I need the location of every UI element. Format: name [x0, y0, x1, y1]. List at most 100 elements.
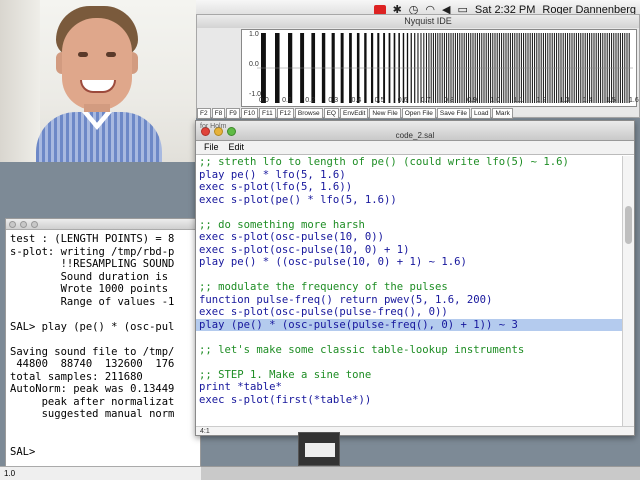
webcam-video [0, 0, 196, 162]
console-titlebar [6, 219, 200, 230]
presenter-eye-right [106, 52, 116, 57]
toolbar-button[interactable]: F8 [211, 108, 226, 119]
menu-file[interactable]: File [204, 141, 219, 154]
console-line: Range of values -1 [10, 295, 175, 308]
editor-title: code_2.sal [395, 131, 435, 140]
toolbar-button[interactable]: EQ [323, 108, 339, 119]
nyquist-toolbar: F2 F8 F9 F10 F11 F12 Browse EQ EnvEdit New File Op… [197, 108, 640, 119]
toolbar-button[interactable]: Save File [436, 108, 470, 119]
console-line: s-plot: writing /tmp/rbd-p [10, 245, 175, 258]
sal-console-window[interactable]: test : (LENGTH POINTS) = 8 s-plot: writin… [5, 218, 201, 480]
code-line[interactable]: play pe() * lfo(5, 1.6) [196, 169, 622, 182]
code-line[interactable]: ;; do something more harsh [196, 219, 622, 232]
toolbar-button[interactable]: F11 [258, 108, 276, 119]
console-line: peak after normalizat [10, 395, 175, 408]
console-line: suggested manual norm [10, 408, 175, 420]
code-line[interactable]: exec s-plot(osc-pulse(pulse-freq(), 0)) [196, 306, 622, 319]
code-line[interactable] [196, 206, 622, 219]
plot-x-tick: 0.1 [282, 97, 292, 104]
code-line[interactable]: exec s-plot(first(*table*)) [196, 394, 622, 407]
code-line[interactable]: play pe() * ((osc-pulse(10, 0) + 1) ~ 1.… [196, 256, 622, 269]
plot-x-tick: 0.0 [259, 97, 269, 104]
code-line[interactable]: exec s-plot(osc-pulse(10, 0)) [196, 231, 622, 244]
thumbnail-preview [305, 443, 335, 457]
console-output[interactable]: test : (LENGTH POINTS) = 8 s-plot: writin… [6, 230, 200, 461]
console-line: 44800 88740 132600 176 [10, 358, 175, 370]
plot-x-tick: 1.1 [513, 97, 524, 104]
plot-x-tick: 0.2 [305, 97, 315, 104]
editor-status: 4:1 [196, 426, 634, 435]
selected-code-line[interactable]: play (pe() * (osc-pulse(pulse-freq(), 0)… [196, 318, 622, 331]
toolbar-button[interactable]: F2 [197, 108, 211, 119]
plot-x-tick: 0.4 [351, 97, 362, 104]
zoom-window-icon[interactable] [31, 221, 38, 228]
code-line[interactable]: exec s-plot(osc-pulse(10, 0) + 1) [196, 244, 622, 257]
toolbar-button[interactable]: F9 [226, 108, 240, 119]
close-window-icon[interactable] [9, 221, 16, 228]
presenter-shirt [36, 112, 162, 162]
plot-x-tick: 0.9 [467, 97, 477, 104]
pulse-waveform-plot [257, 33, 633, 103]
toolbar-button[interactable]: F12 [276, 108, 294, 119]
code-line[interactable] [196, 331, 622, 344]
code-line[interactable]: ;; let's make some classic table-lookup … [196, 344, 622, 357]
menu-edit[interactable]: Edit [229, 141, 245, 154]
toolbar-button[interactable]: New File [369, 108, 401, 119]
presenter-eye-left [78, 52, 88, 57]
console-line: test : (LENGTH POINTS) = 8 [10, 233, 175, 245]
console-line: total samples: 211680 [10, 370, 143, 383]
plot-x-tick: 1.3 [559, 97, 570, 104]
code-line[interactable]: exec s-plot(lfo(5, 1.6)) [196, 181, 622, 194]
editor-titlebar: for Holm code_2.sal [196, 121, 634, 141]
dock-window-thumbnail[interactable] [298, 432, 340, 466]
plot-x-tick: 1.5 [605, 97, 616, 104]
nyquist-ide-title: Nyquist IDE [197, 15, 639, 28]
code-editor-window: for Holm code_2.sal File Edit ;; streth … [195, 120, 635, 436]
toolbar-button[interactable]: Load [471, 108, 492, 119]
scrollbar-thumb[interactable] [625, 206, 632, 244]
code-line[interactable]: function pulse-freq() return pwev(5, 1.6… [196, 294, 622, 307]
code-line[interactable] [196, 269, 622, 282]
editor-subtitle: for Holm [200, 123, 227, 130]
code-line[interactable]: exec s-plot(pe() * lfo(5, 1.6)) [196, 194, 622, 207]
console-line: Sound duration is [10, 270, 169, 283]
record-icon[interactable] [373, 4, 386, 15]
plot-x-tick: 1.0 [490, 97, 500, 104]
editor-scrollbar[interactable] [622, 156, 634, 428]
toolbar-button[interactable]: Mark [492, 108, 513, 119]
plot-x-tick: 0.8 [444, 97, 454, 104]
console-line: Saving sound file to /tmp/ [10, 345, 175, 358]
toolbar-button[interactable]: EnvEdit [340, 108, 369, 119]
code-line[interactable]: ;; STEP 1. Make a sine tone [196, 369, 622, 382]
nyquist-ide-window: Nyquist IDE 1.0 0.0 -1.0 0.0 0.1 0.2 0.3 0.4… [196, 14, 640, 119]
plot-x-tick: 1.6 [629, 97, 639, 104]
toolbar-button[interactable]: Browse [294, 108, 323, 119]
webcam-background [0, 0, 40, 162]
code-line[interactable]: ;; modulate the frequency of the pulses [196, 281, 622, 294]
minimize-window-icon[interactable] [20, 221, 27, 228]
toolbar-button[interactable]: Open File [401, 108, 436, 119]
toolbar-button[interactable]: F10 [240, 108, 258, 119]
presenter-face [62, 18, 132, 110]
code-text-area[interactable]: ;; streth lfo to length of pe() (could w… [196, 156, 622, 428]
console-line: AutoNorm: peak was 0.13449 [10, 383, 175, 395]
plot-x-tick: 0.3 [328, 97, 339, 104]
plot-x-tick: 0.7 [420, 97, 431, 104]
code-line[interactable]: print *table* [196, 381, 622, 394]
plot-x-tick: 1.2 [536, 97, 547, 104]
console-line: !!RESAMPLING SOUND [10, 258, 175, 270]
code-line[interactable]: ;; streth lfo to length of pe() (could w… [196, 156, 622, 169]
plot-x-tick: 0.6 [397, 97, 408, 104]
editor-menubar: File Edit [196, 141, 634, 155]
desktop-bottom-strip [201, 466, 640, 480]
console-status: 1.0 [0, 466, 201, 480]
console-line: SAL> [10, 445, 42, 458]
code-line[interactable] [196, 356, 622, 369]
console-line: SAL> play (pe() * (osc-pul [10, 320, 175, 333]
plot-x-tick: 1.4 [582, 97, 593, 104]
plot-x-tick: 0.5 [374, 97, 385, 104]
